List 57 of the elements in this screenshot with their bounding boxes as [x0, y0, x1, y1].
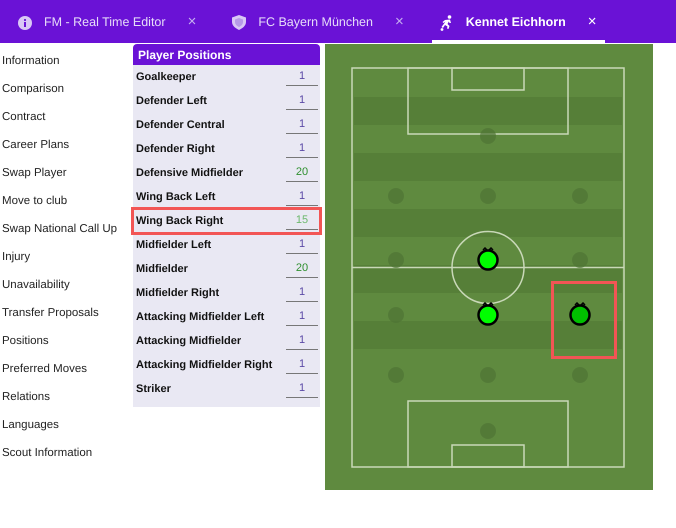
- tab[interactable]: FC Bayern München ×: [224, 5, 412, 43]
- menu-link[interactable]: Contract: [0, 104, 133, 132]
- rating-field[interactable]: 1: [286, 284, 318, 302]
- tab-label: FM - Real Time Editor: [44, 14, 166, 32]
- menu-link[interactable]: Injury: [0, 244, 133, 272]
- menu-link[interactable]: Transfer Proposals: [0, 300, 133, 328]
- close-button[interactable]: ×: [588, 11, 597, 34]
- rating-field[interactable]: 1: [286, 92, 318, 110]
- menu-link[interactable]: Positions: [0, 328, 133, 356]
- shield-icon: [232, 15, 246, 30]
- menu-link[interactable]: Swap National Call Up: [0, 216, 133, 244]
- runner-icon: [440, 14, 454, 30]
- close-button[interactable]: ×: [188, 11, 196, 34]
- tab-label: FC Bayern München: [258, 14, 373, 32]
- info-icon: [18, 16, 32, 30]
- menu-link[interactable]: Information: [0, 48, 133, 76]
- position-label: Striker: [136, 382, 171, 397]
- rating-field[interactable]: 1: [286, 308, 318, 326]
- menu-link[interactable]: Swap Player: [0, 160, 133, 188]
- rating-field[interactable]: 1: [286, 140, 318, 158]
- rating-field[interactable]: 1: [286, 236, 318, 254]
- position-label: Attacking Midfielder Left: [136, 310, 264, 325]
- rating-field[interactable]: 20: [286, 260, 318, 278]
- position-label: Attacking Midfielder: [136, 334, 242, 349]
- rating-field[interactable]: 1: [286, 188, 318, 206]
- position-label: Attacking Midfielder Right: [136, 358, 272, 373]
- position-label: Defender Central: [136, 118, 225, 133]
- player-marker: [477, 246, 499, 271]
- menu-link[interactable]: Preferred Moves: [0, 356, 133, 384]
- menu-link[interactable]: Languages: [0, 412, 133, 440]
- rating-field[interactable]: 1: [286, 332, 318, 350]
- rating-field[interactable]: 1: [286, 380, 318, 398]
- menu-link[interactable]: Unavailability: [0, 272, 133, 300]
- player-marker: [477, 302, 499, 326]
- menu-link[interactable]: Comparison: [0, 76, 133, 104]
- rating-field[interactable]: 1: [286, 356, 318, 374]
- menu-link[interactable]: Scout Information: [0, 440, 133, 468]
- position-label: Defensive Midfielder: [136, 166, 243, 181]
- position-label: Midfielder Left: [136, 238, 212, 253]
- position-label: Defender Right: [136, 142, 215, 157]
- close-button[interactable]: ×: [394, 11, 404, 34]
- panel-header: Player Positions: [133, 44, 320, 65]
- player-marker: [569, 302, 592, 326]
- menu-link[interactable]: Relations: [0, 384, 133, 412]
- position-label: Goalkeeper: [136, 70, 196, 85]
- rating-field[interactable]: 1: [286, 68, 318, 86]
- tab[interactable]: FM - Real Time Editor ×: [10, 5, 204, 43]
- menu-link[interactable]: Career Plans: [0, 132, 133, 160]
- rating-field[interactable]: 20: [286, 164, 318, 182]
- position-label: Wing Back Right: [136, 214, 224, 229]
- menu-link[interactable]: Move to club: [0, 188, 133, 216]
- position-label: Wing Back Left: [136, 190, 216, 205]
- position-label: Defender Left: [136, 94, 207, 109]
- position-label: Midfielder Right: [136, 286, 220, 301]
- position-label: Midfielder: [136, 262, 188, 277]
- rating-field[interactable]: 1: [286, 116, 318, 134]
- tab-label: Kennet Eichhorn: [466, 14, 566, 32]
